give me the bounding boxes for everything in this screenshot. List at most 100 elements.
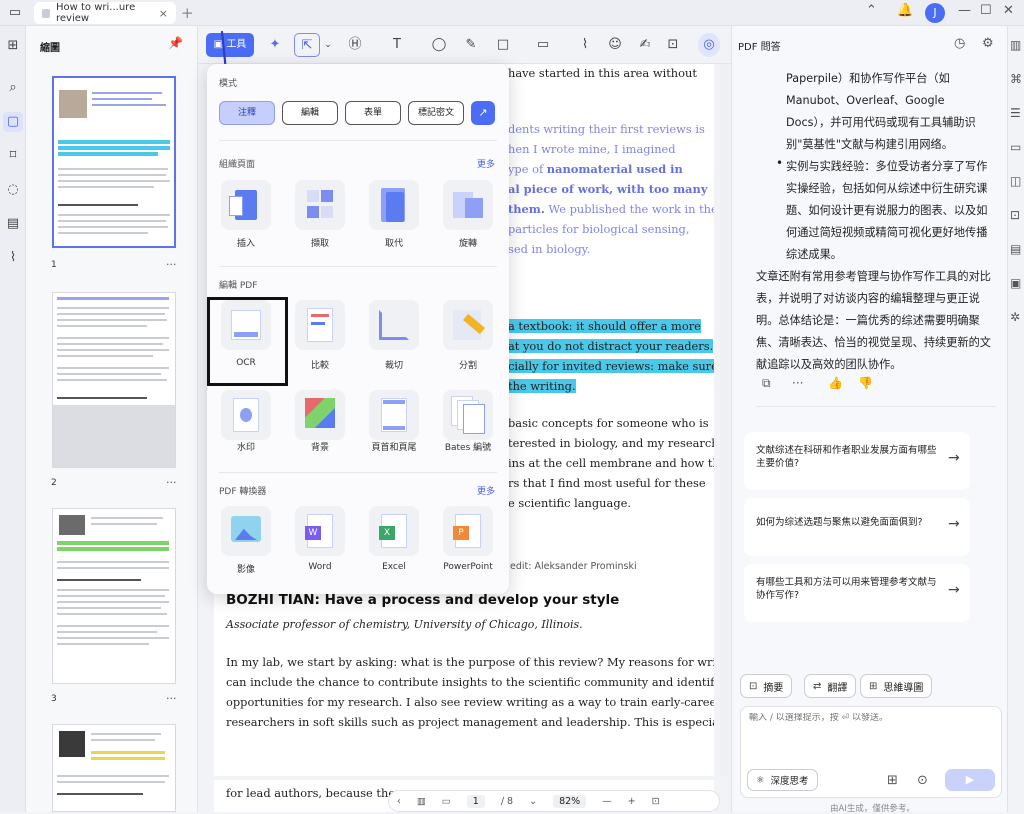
deep-think-toggle[interactable]: ⚛ 深度思考	[747, 769, 818, 791]
left-rail: ⊞ ⌕ ▢ ⌑ ◌ ▤ ⌇	[0, 26, 26, 812]
page-thumbnail-4[interactable]	[52, 724, 176, 812]
close-icon[interactable]: ×	[159, 7, 168, 20]
mode-form-button[interactable]: 表單	[345, 101, 401, 125]
settings-rail-icon[interactable]: ✲	[1010, 310, 1020, 324]
comment-icon[interactable]: ◌	[3, 180, 23, 200]
prev-icon[interactable]: ‹	[397, 796, 401, 807]
zoom-level[interactable]: 82%	[553, 794, 587, 808]
new-tab-button[interactable]: +	[181, 4, 194, 22]
ai-assistant-icon[interactable]: ◎	[698, 33, 720, 57]
presentation-icon[interactable]: ▭	[442, 796, 451, 807]
people-icon[interactable]: ◫	[1010, 174, 1021, 188]
ai-sparkle-icon[interactable]: ✦	[264, 33, 286, 57]
close-window-icon[interactable]: ✕	[1003, 3, 1014, 18]
search-icon[interactable]: ⌕	[3, 78, 23, 98]
mode-annotate-button[interactable]: 注釋	[219, 101, 275, 125]
heading-icon[interactable]: Ⓗ	[344, 33, 366, 57]
page-thumbnail-2[interactable]	[52, 292, 176, 468]
thumbs-up-icon[interactable]: 👍	[828, 376, 843, 390]
page-more-2[interactable]: ···	[166, 476, 177, 489]
external-link-icon[interactable]: ↗	[471, 101, 495, 125]
page-more-3[interactable]: ···	[166, 692, 177, 705]
answer-line: 实例与实践经验：多位受访者分享了写作	[786, 160, 988, 173]
lock-icon[interactable]: ⊡	[1010, 208, 1020, 222]
chat-input[interactable]	[749, 713, 993, 723]
signature-icon[interactable]: ✍	[634, 33, 656, 57]
background-tile[interactable]	[295, 390, 345, 440]
shape-icon[interactable]: □	[492, 33, 514, 57]
extract-tile[interactable]	[295, 180, 345, 230]
history-icon[interactable]: ◷	[954, 36, 965, 51]
select-tool-icon[interactable]: ⇱	[294, 33, 320, 57]
thumbs-down-icon[interactable]: 👎	[858, 376, 873, 390]
list-icon[interactable]: ☰	[1010, 106, 1021, 120]
page-number-input[interactable]: 1	[466, 794, 485, 808]
fit-page-icon[interactable]: ⊡	[652, 796, 660, 807]
measure-icon[interactable]: ▭	[532, 33, 554, 57]
insert-tile[interactable]	[221, 180, 271, 230]
scroll-down-icon[interactable]: ⌄	[529, 796, 537, 807]
zoom-in-button[interactable]: +	[628, 796, 636, 807]
to-word-tile[interactable]: W	[295, 506, 345, 556]
chevron-down-icon[interactable]: ⌄	[322, 33, 334, 57]
converter-more-link[interactable]: 更多	[477, 484, 495, 497]
pin-icon[interactable]: 📌	[168, 36, 183, 50]
more-icon[interactable]: ···	[792, 376, 803, 390]
split-tile[interactable]	[443, 300, 493, 350]
bookmark-icon[interactable]: ⌑	[3, 146, 23, 166]
text-icon[interactable]: T	[386, 33, 408, 57]
chevron-up-icon[interactable]: ⌃	[866, 3, 877, 18]
sidebar-toggle-icon[interactable]: ▭	[5, 3, 25, 23]
stamp-icon[interactable]: ☺	[604, 33, 626, 57]
organize-more-link[interactable]: 更多	[477, 157, 495, 170]
sticky-icon[interactable]: ▭	[1010, 140, 1021, 154]
page-thumbnail-3[interactable]	[52, 508, 176, 684]
translate-chip[interactable]: ⇄ 翻譯	[804, 674, 857, 698]
document-rail-icon[interactable]: ▤	[1010, 242, 1021, 256]
suggested-question[interactable]: 有哪些工具和方法可以用来管理参考文献与协作写作? →	[744, 564, 970, 622]
save-icon[interactable]: ⊡	[662, 33, 684, 57]
bates-tile[interactable]	[443, 390, 493, 440]
zoom-out-button[interactable]: —	[602, 796, 612, 807]
compare-tile[interactable]	[295, 300, 345, 350]
screenshot-icon[interactable]: ⊙	[917, 773, 928, 788]
grid-icon[interactable]: ⊞	[3, 36, 23, 56]
document-scrollbar[interactable]	[720, 64, 728, 776]
mode-redact-button[interactable]: 標記密文	[408, 101, 464, 125]
tools-button[interactable]: ▣ 工具	[206, 33, 254, 57]
translate-rail-icon[interactable]: ⌘	[1010, 72, 1022, 86]
settings-icon[interactable]: ⚙	[982, 36, 994, 51]
summary-chip[interactable]: ⊡ 摘要	[740, 674, 793, 698]
image-upload-icon[interactable]: ⊞	[887, 773, 898, 788]
mindmap-chip[interactable]: ⊞ 思維導圖	[860, 674, 933, 698]
rotate-tile[interactable]	[443, 180, 493, 230]
mode-edit-button[interactable]: 編輯	[282, 101, 338, 125]
copy-icon[interactable]: ⧉	[762, 376, 771, 391]
header-footer-tile[interactable]	[369, 390, 419, 440]
minimize-icon[interactable]: —	[958, 3, 971, 18]
watermark-tile[interactable]	[221, 390, 271, 440]
suggested-question[interactable]: 如何为综述选题与聚焦以避免面面俱到? →	[744, 498, 970, 556]
highlight-icon[interactable]: ✎	[460, 33, 482, 57]
avatar[interactable]: J	[925, 3, 945, 23]
send-button[interactable]: ▶	[945, 769, 995, 791]
bell-icon[interactable]: 🔔	[897, 3, 913, 18]
maximize-icon[interactable]: ☐	[980, 3, 992, 18]
document-tab[interactable]: How to wri...ure review ×	[34, 2, 176, 24]
layers-icon[interactable]: ▤	[3, 214, 23, 234]
page-thumbnail-1[interactable]	[52, 76, 176, 248]
comment-tool-icon[interactable]: ◯	[428, 33, 450, 57]
to-image-tile[interactable]	[221, 506, 271, 556]
to-excel-tile[interactable]: X	[369, 506, 419, 556]
crop-tile[interactable]	[369, 300, 419, 350]
pages-icon[interactable]: ▢	[3, 112, 23, 132]
suggested-question[interactable]: 文献综述在科研和作者职业发展方面有哪些主要价值? →	[744, 432, 970, 490]
page-more-1[interactable]: ···	[166, 258, 177, 271]
to-powerpoint-tile[interactable]: P	[443, 506, 493, 556]
panel-icon[interactable]: ▥	[1010, 38, 1021, 52]
page-layout-icon[interactable]: ▥	[417, 796, 426, 807]
attach-icon[interactable]: ⌇	[574, 33, 596, 57]
archive-icon[interactable]: ▣	[1010, 276, 1021, 290]
replace-tile[interactable]	[369, 180, 419, 230]
attachment-icon[interactable]: ⌇	[3, 248, 23, 268]
